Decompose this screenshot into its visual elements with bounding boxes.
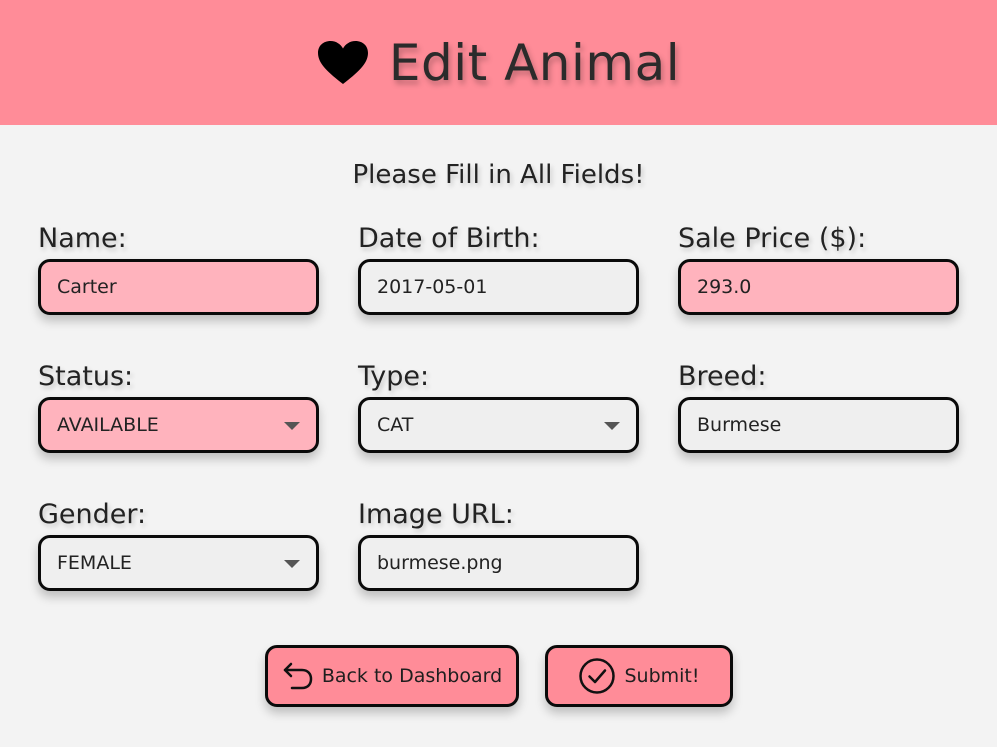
- submit-button[interactable]: Submit!: [545, 645, 733, 707]
- date-of-birth-value: 2017-05-01: [377, 276, 488, 298]
- chevron-down-icon: [284, 560, 300, 568]
- type-field-group: Type: CAT: [358, 357, 639, 453]
- header-content: Edit Animal: [317, 34, 680, 92]
- image-url-input[interactable]: burmese.png: [358, 535, 639, 591]
- type-label: Type:: [358, 361, 430, 392]
- name-input[interactable]: Carter: [38, 259, 319, 315]
- gender-field-group: Gender: FEMALE: [38, 495, 319, 591]
- undo-arrow-icon: [282, 661, 314, 691]
- edit-animal-page: Edit Animal Please Fill in All Fields! N…: [0, 0, 997, 747]
- status-select[interactable]: AVAILABLE: [38, 397, 319, 453]
- image-url-value: burmese.png: [377, 552, 503, 574]
- chevron-down-icon: [284, 422, 300, 430]
- sale-price-field-group: Sale Price ($): 293.0: [678, 219, 959, 315]
- breed-field-group: Breed: Burmese: [678, 357, 959, 453]
- breed-input[interactable]: Burmese: [678, 397, 959, 453]
- status-label: Status:: [38, 361, 134, 392]
- form-instruction: Please Fill in All Fields!: [352, 160, 645, 190]
- heart-icon: [317, 40, 369, 86]
- image-url-label: Image URL:: [358, 499, 514, 530]
- page-title: Edit Animal: [388, 33, 681, 92]
- date-of-birth-field-group: Date of Birth: 2017-05-01: [358, 219, 639, 315]
- chevron-down-icon: [604, 422, 620, 430]
- status-value: AVAILABLE: [57, 414, 159, 436]
- submit-label: Submit!: [624, 665, 700, 687]
- page-header: Edit Animal: [0, 0, 997, 125]
- gender-select[interactable]: FEMALE: [38, 535, 319, 591]
- name-value: Carter: [57, 276, 117, 298]
- sale-price-label: Sale Price ($):: [678, 223, 867, 254]
- image-url-field-group: Image URL: burmese.png: [358, 495, 639, 591]
- sale-price-input[interactable]: 293.0: [678, 259, 959, 315]
- name-label: Name:: [38, 223, 127, 254]
- date-of-birth-input[interactable]: 2017-05-01: [358, 259, 639, 315]
- name-field-group: Name: Carter: [38, 219, 319, 315]
- date-of-birth-label: Date of Birth:: [358, 223, 540, 254]
- gender-label: Gender:: [38, 499, 147, 530]
- sale-price-value: 293.0: [697, 276, 752, 298]
- type-value: CAT: [377, 414, 414, 436]
- gender-value: FEMALE: [57, 552, 132, 574]
- type-select[interactable]: CAT: [358, 397, 639, 453]
- back-to-dashboard-button[interactable]: Back to Dashboard: [265, 645, 519, 707]
- check-circle-icon: [578, 657, 616, 695]
- breed-value: Burmese: [697, 414, 782, 436]
- breed-label: Breed:: [678, 361, 767, 392]
- status-field-group: Status: AVAILABLE: [38, 357, 319, 453]
- back-to-dashboard-label: Back to Dashboard: [321, 665, 503, 687]
